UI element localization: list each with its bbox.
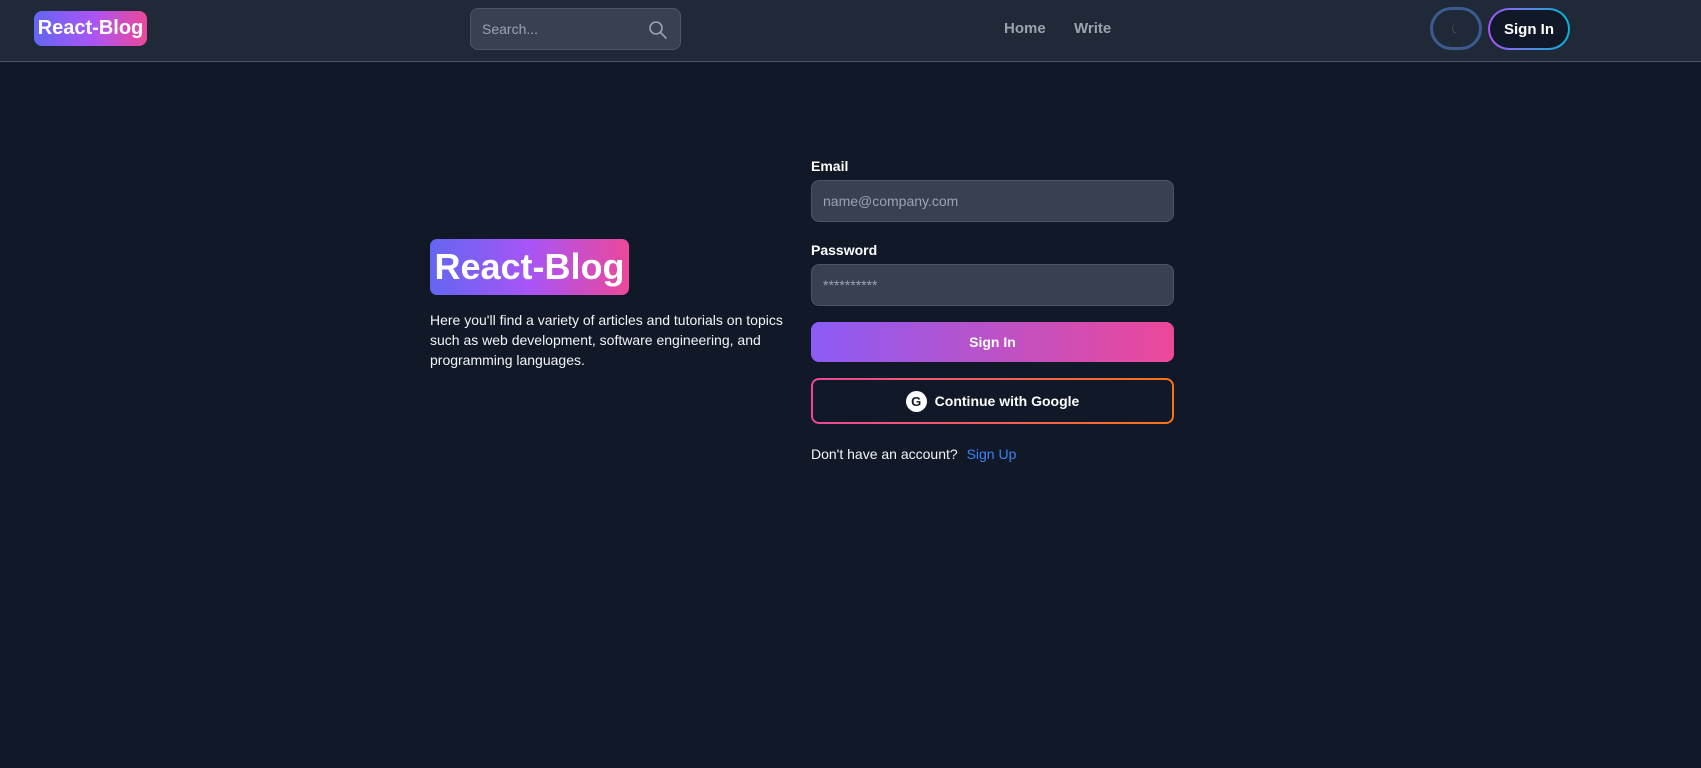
search-icon[interactable] [648, 20, 668, 40]
signup-prompt: Don't have an account? [811, 446, 958, 462]
nav-write-link[interactable]: Write [1074, 20, 1111, 37]
signin-button[interactable]: Sign In [811, 322, 1174, 362]
hero-tagline: Here you'll find a variety of articles a… [430, 312, 783, 368]
signup-line: Don't have an account? Sign Up [811, 446, 1174, 462]
email-label: Email [811, 158, 849, 174]
password-label: Password [811, 242, 878, 258]
hero-logo: React-Blog [430, 239, 629, 295]
hero-section: React-Blog Here you'll find a variety of… [430, 239, 792, 370]
nav-signin-button[interactable]: Sign In [1488, 8, 1570, 50]
nav-home-link[interactable]: Home [1004, 20, 1046, 37]
moon-icon [1452, 23, 1461, 33]
logo-link[interactable]: React-Blog [34, 11, 147, 46]
password-group: Password [811, 242, 1174, 306]
theme-toggle-button[interactable] [1430, 7, 1482, 50]
google-signin-button[interactable]: G Continue with Google [811, 378, 1174, 424]
email-group: Email [811, 158, 1174, 222]
nav-signin-label: Sign In [1490, 10, 1568, 48]
google-icon: G [905, 390, 927, 412]
password-field[interactable] [811, 264, 1174, 306]
google-button-inner: G Continue with Google [813, 380, 1172, 422]
navbar: React-Blog Home Write Sign In [0, 0, 1701, 62]
signup-link[interactable]: Sign Up [967, 446, 1017, 462]
email-field[interactable] [811, 180, 1174, 222]
search-box [470, 8, 681, 50]
google-button-label: Continue with Google [934, 393, 1080, 409]
signin-form: Email Password Sign In G Continue with G… [811, 158, 1174, 462]
